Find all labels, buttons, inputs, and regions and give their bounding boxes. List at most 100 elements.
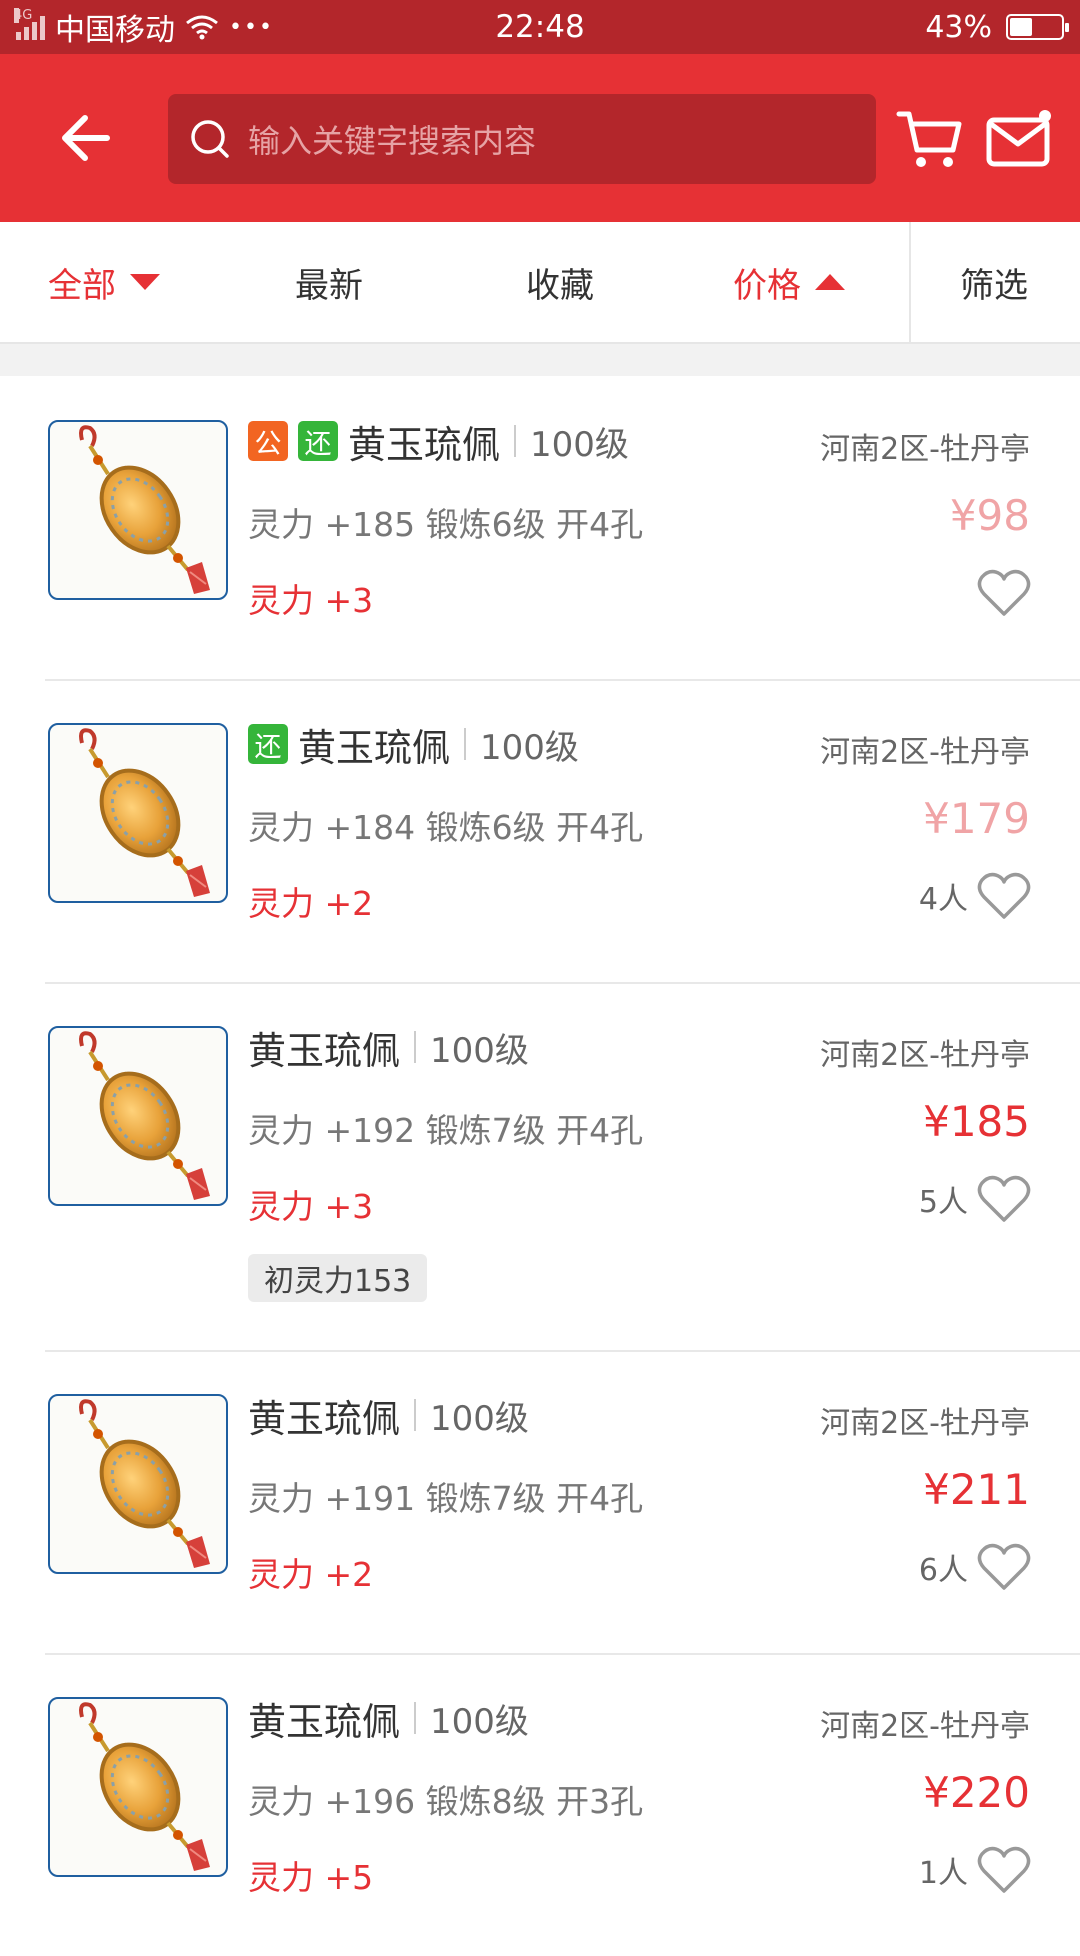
item-level: 100级 bbox=[480, 727, 579, 768]
favorite-button[interactable]: 6人 bbox=[919, 1542, 1032, 1592]
item-image bbox=[48, 1697, 228, 1877]
sort-tabs: 全部 最新 收藏 价格 筛选 bbox=[0, 222, 1080, 344]
item-image bbox=[48, 1026, 228, 1206]
carrier-name: 中国移动 bbox=[55, 13, 175, 48]
status-bar: 4G 中国移动 ••• 22:48 43% bbox=[0, 0, 1080, 54]
mail-icon bbox=[986, 110, 1051, 167]
item-bonus: 灵力 +2 bbox=[248, 884, 374, 923]
battery-percent: 43% bbox=[925, 9, 992, 45]
item-server: 河南2区-牡丹亭 bbox=[820, 1406, 1030, 1441]
item-price: ¥211 bbox=[923, 1465, 1030, 1514]
tab-newest-label: 最新 bbox=[295, 265, 363, 306]
search-placeholder: 输入关键字搜索内容 bbox=[248, 122, 537, 160]
list-gap bbox=[0, 344, 1080, 376]
tab-favorites[interactable]: 收藏 bbox=[526, 222, 594, 342]
back-arrow-icon bbox=[62, 115, 110, 161]
item-tag: 初灵力153 bbox=[248, 1254, 428, 1302]
triangle-up-icon bbox=[815, 274, 845, 290]
item-stats: 灵力 +192 锻炼7级 开4孔 bbox=[248, 1111, 644, 1150]
item-price: ¥179 bbox=[923, 794, 1030, 843]
return-badge: 还 bbox=[248, 724, 288, 764]
item-stats: 灵力 +185 锻炼6级 开4孔 bbox=[248, 505, 644, 544]
cart-button[interactable] bbox=[895, 104, 965, 174]
divider bbox=[464, 728, 467, 760]
item-server: 河南2区-牡丹亭 bbox=[820, 1709, 1030, 1744]
item-name: 黄玉琉佩 bbox=[348, 422, 501, 467]
triangle-down-icon bbox=[130, 274, 160, 290]
tab-price[interactable]: 价格 bbox=[733, 222, 845, 342]
favorite-button[interactable]: 4人 bbox=[919, 871, 1032, 921]
item-stats: 灵力 +184 锻炼6级 开4孔 bbox=[248, 808, 644, 847]
clock: 22:48 bbox=[495, 9, 585, 45]
tab-all-label: 全部 bbox=[48, 265, 116, 306]
tab-filter[interactable]: 筛选 bbox=[960, 222, 1028, 342]
search-icon bbox=[191, 120, 229, 158]
heart-icon bbox=[977, 569, 1031, 616]
jade-pendant-icon bbox=[79, 1702, 210, 1871]
message-button[interactable] bbox=[985, 106, 1055, 172]
item-server: 河南2区-牡丹亭 bbox=[820, 432, 1030, 467]
item-name: 黄玉琉佩 bbox=[298, 725, 451, 770]
item-bonus: 灵力 +3 bbox=[248, 581, 374, 620]
divider bbox=[414, 1031, 417, 1063]
divider bbox=[514, 425, 517, 457]
tab-price-label: 价格 bbox=[733, 265, 801, 306]
list-item[interactable]: 黄玉琉佩 100级 河南2区-牡丹亭 灵力 +196 锻炼8级 开3孔 灵力 +… bbox=[0, 1653, 1080, 1956]
favorite-button[interactable] bbox=[976, 568, 1032, 618]
more-dots: ••• bbox=[229, 14, 274, 40]
item-level: 100级 bbox=[430, 1030, 529, 1071]
item-bonus: 灵力 +5 bbox=[248, 1858, 374, 1897]
jade-pendant-icon bbox=[79, 425, 210, 594]
item-bonus: 灵力 +3 bbox=[248, 1187, 374, 1226]
item-stats: 灵力 +196 锻炼8级 开3孔 bbox=[248, 1782, 644, 1821]
heart-icon bbox=[977, 1846, 1031, 1893]
favorite-count: 1人 bbox=[918, 1856, 968, 1891]
item-server: 河南2区-牡丹亭 bbox=[820, 735, 1030, 770]
heart-icon bbox=[977, 872, 1031, 919]
item-stats: 灵力 +191 锻炼7级 开4孔 bbox=[248, 1479, 644, 1518]
item-level: 100级 bbox=[430, 1701, 529, 1742]
list-item[interactable]: 黄玉琉佩 100级 河南2区-牡丹亭 灵力 +192 锻炼7级 开4孔 灵力 +… bbox=[0, 982, 1080, 1352]
top-bar: 输入关键字搜索内容 bbox=[0, 54, 1080, 222]
tab-divider bbox=[909, 222, 911, 342]
wifi-icon bbox=[186, 15, 218, 40]
item-level: 100级 bbox=[530, 424, 629, 465]
item-name: 黄玉琉佩 bbox=[248, 1699, 401, 1744]
list-item[interactable]: 还 黄玉琉佩 100级 河南2区-牡丹亭 灵力 +184 锻炼6级 开4孔 灵力… bbox=[0, 679, 1080, 984]
divider bbox=[414, 1702, 417, 1734]
item-price: ¥185 bbox=[923, 1097, 1030, 1146]
search-input[interactable]: 输入关键字搜索内容 bbox=[168, 94, 876, 184]
favorite-count: 5人 bbox=[918, 1185, 968, 1220]
favorite-button[interactable]: 1人 bbox=[919, 1845, 1032, 1895]
item-bonus: 灵力 +2 bbox=[248, 1555, 374, 1594]
cart-icon bbox=[896, 111, 962, 167]
list-item[interactable]: 公 还 黄玉琉佩 100级 河南2区-牡丹亭 灵力 +185 锻炼6级 开4孔 … bbox=[0, 376, 1080, 681]
battery-icon bbox=[1006, 14, 1069, 40]
favorite-count: 6人 bbox=[918, 1553, 968, 1588]
item-image bbox=[48, 1394, 228, 1574]
cell-signal-icon: 4G bbox=[14, 8, 45, 40]
tab-all[interactable]: 全部 bbox=[48, 222, 160, 342]
back-button[interactable] bbox=[0, 54, 170, 222]
item-image bbox=[48, 420, 228, 600]
heart-icon bbox=[977, 1543, 1031, 1590]
item-list: 公 还 黄玉琉佩 100级 河南2区-牡丹亭 灵力 +185 锻炼6级 开4孔 … bbox=[0, 376, 1080, 1956]
favorite-count: 4人 bbox=[918, 882, 968, 917]
item-price: ¥98 bbox=[949, 491, 1030, 540]
divider bbox=[414, 1399, 417, 1431]
return-badge: 还 bbox=[298, 421, 338, 461]
item-image bbox=[48, 723, 228, 903]
jade-pendant-icon bbox=[79, 728, 210, 897]
item-level: 100级 bbox=[430, 1398, 529, 1439]
jade-pendant-icon bbox=[79, 1031, 210, 1200]
tab-favorites-label: 收藏 bbox=[526, 265, 594, 306]
public-badge: 公 bbox=[248, 421, 288, 461]
favorite-button[interactable]: 5人 bbox=[919, 1174, 1032, 1224]
item-name: 黄玉琉佩 bbox=[248, 1028, 401, 1073]
item-name: 黄玉琉佩 bbox=[248, 1396, 401, 1441]
tab-newest[interactable]: 最新 bbox=[295, 222, 363, 342]
list-item[interactable]: 黄玉琉佩 100级 河南2区-牡丹亭 灵力 +191 锻炼7级 开4孔 灵力 +… bbox=[0, 1350, 1080, 1655]
item-server: 河南2区-牡丹亭 bbox=[820, 1038, 1030, 1073]
jade-pendant-icon bbox=[79, 1399, 210, 1568]
item-price: ¥220 bbox=[923, 1768, 1030, 1817]
